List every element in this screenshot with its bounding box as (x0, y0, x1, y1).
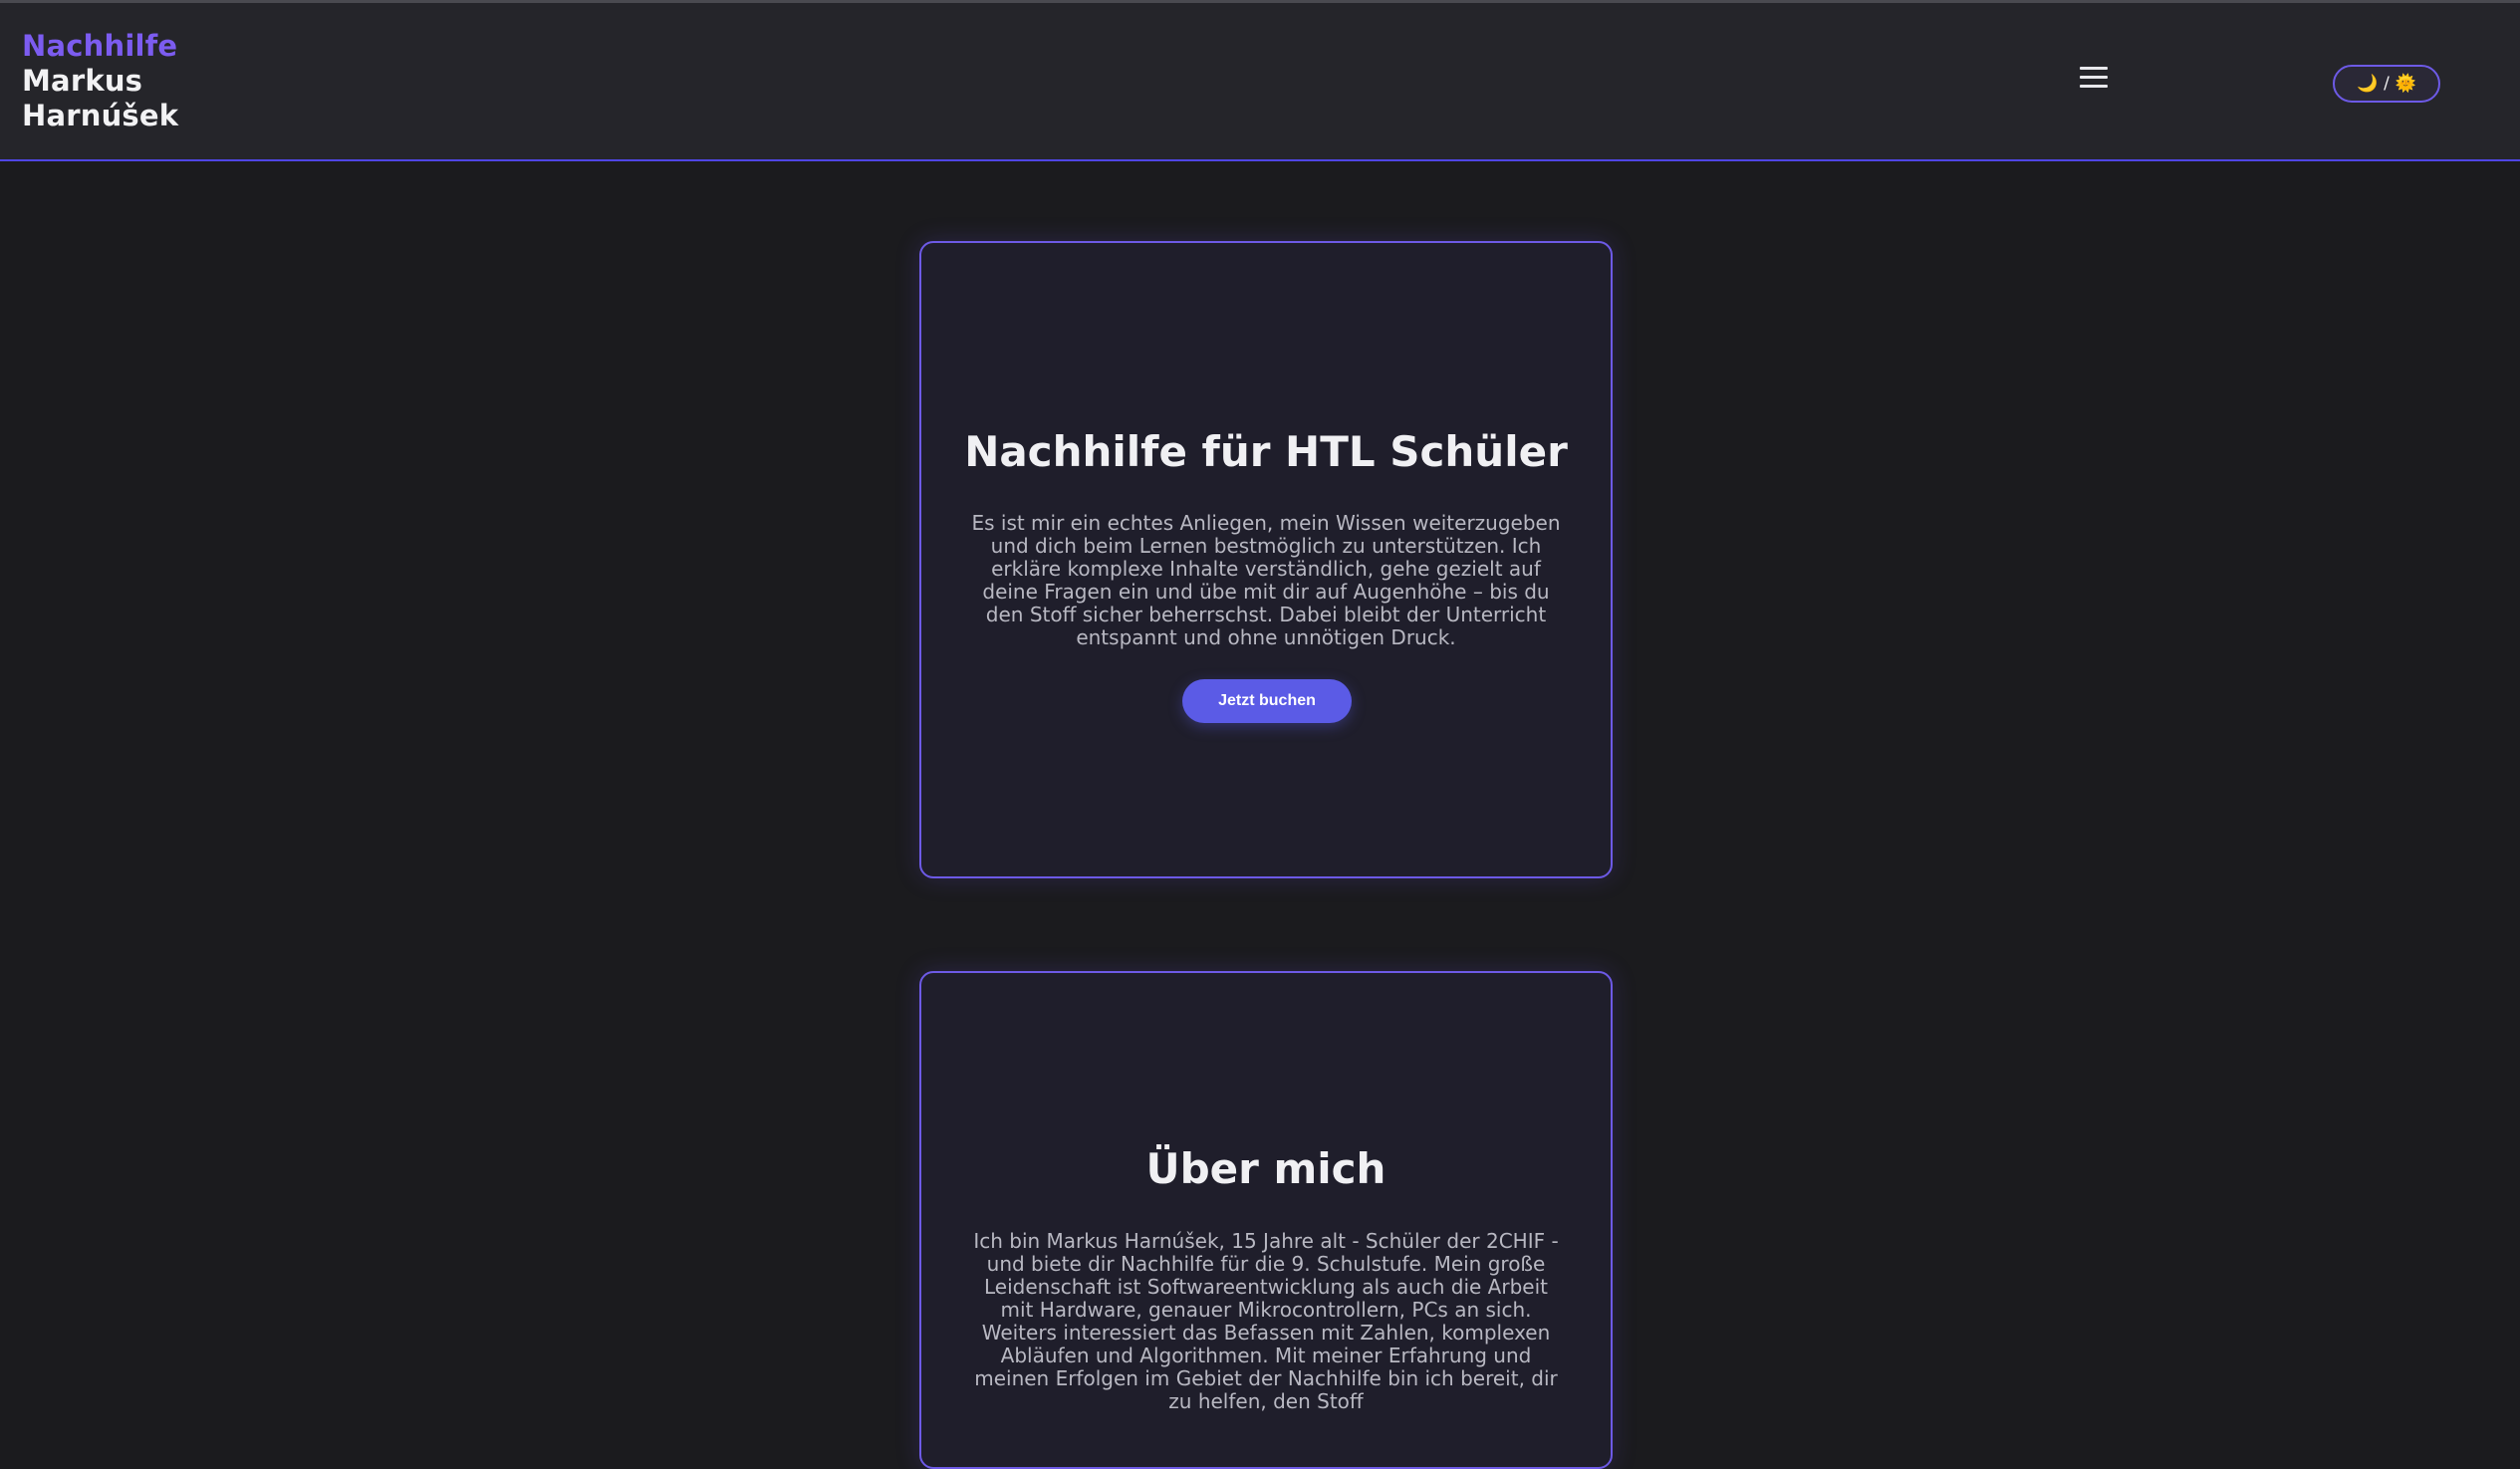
moon-icon: 🌙 (2356, 74, 2379, 94)
brand-accent-text: Nachhilfe (22, 29, 178, 63)
brand-name-last: Harnúšek (22, 99, 179, 132)
hamburger-bar (2080, 76, 2108, 79)
site-header: Nachhilfe Markus Harnúšek 🌙 / 🌞 (0, 3, 2520, 161)
sun-icon: 🌞 (2394, 74, 2417, 94)
hamburger-bar (2080, 67, 2108, 70)
hero-text: Es ist mir ein echtes Anliegen, mein Wis… (971, 511, 1561, 649)
about-text: Ich bin Markus Harnúšek, 15 Jahre alt - … (973, 1229, 1559, 1413)
about-title: Über mich (1145, 1144, 1386, 1193)
about-card: Über mich Ich bin Markus Harnúšek, 15 Ja… (919, 971, 1613, 1469)
book-now-button[interactable]: Jetzt buchen (1182, 679, 1352, 723)
hero-card: Nachhilfe für HTL Schüler Es ist mir ein… (919, 241, 1613, 878)
theme-toggle-button[interactable]: 🌙 / 🌞 (2333, 65, 2440, 103)
hero-title: Nachhilfe für HTL Schüler (964, 427, 1568, 476)
hamburger-bar (2080, 85, 2108, 88)
brand-name-first: Markus (22, 64, 143, 98)
hamburger-icon[interactable] (2080, 67, 2108, 91)
brand-logo[interactable]: Nachhilfe Markus Harnúšek (22, 29, 178, 133)
theme-separator: / (2384, 74, 2390, 94)
